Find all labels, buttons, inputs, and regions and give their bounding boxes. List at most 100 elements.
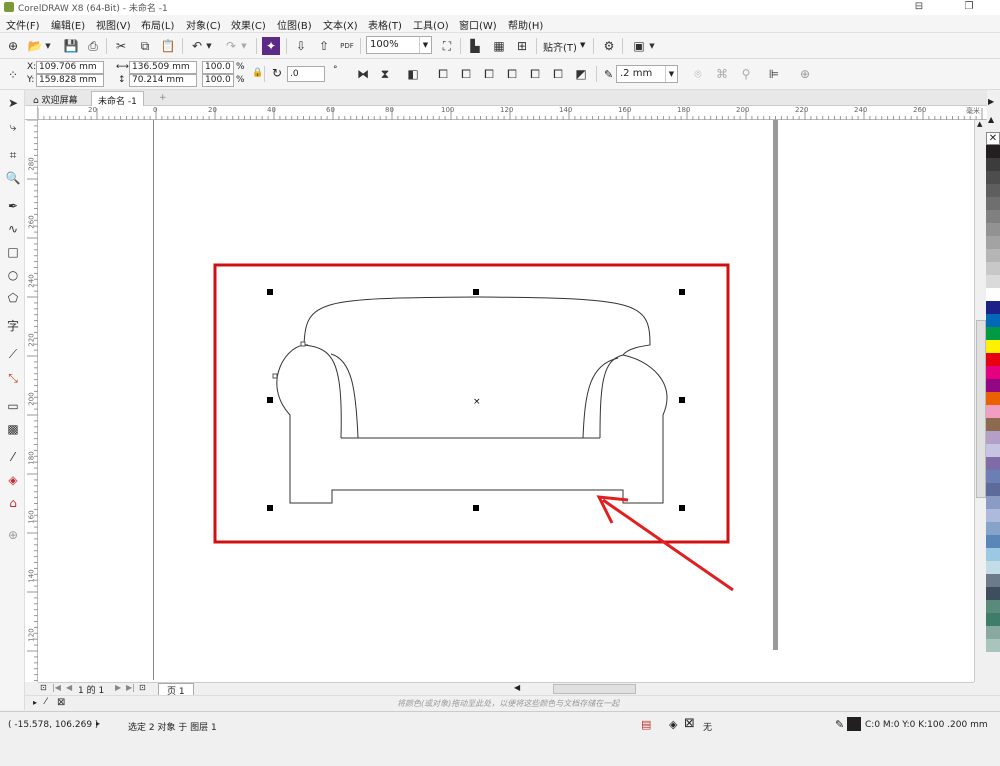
menu-effects[interactable]: 效果(C): [231, 17, 266, 32]
options-gear-icon[interactable]: ⚙: [600, 37, 618, 55]
new-document-icon[interactable]: ⊕: [4, 37, 22, 55]
palette-swatch[interactable]: [986, 158, 1000, 171]
palette-swatch[interactable]: [986, 327, 1000, 340]
artistic-media-icon[interactable]: ∿: [4, 220, 22, 238]
parallel-dimension-icon[interactable]: ⟋: [4, 345, 22, 363]
palette-swatch[interactable]: [986, 561, 1000, 574]
publish-pdf-icon[interactable]: PDF: [338, 37, 356, 55]
break-apart-icon[interactable]: ⌘: [713, 65, 731, 83]
palette-swatch[interactable]: [986, 431, 1000, 444]
add-page-icon[interactable]: ⊡: [139, 683, 146, 692]
width-field[interactable]: 136.509 mm: [129, 61, 197, 74]
palette-swatch[interactable]: [986, 288, 1000, 301]
intersect-icon[interactable]: ⧠: [480, 65, 498, 83]
no-color-swatch-icon[interactable]: ⊠: [57, 697, 65, 708]
page-prev-first-icon[interactable]: |◀: [52, 683, 61, 692]
polygon-tool-icon[interactable]: ⬠: [4, 289, 22, 307]
redo-icon[interactable]: ↷: [222, 37, 240, 55]
palette-swatch[interactable]: [986, 496, 1000, 509]
drop-shadow-icon[interactable]: ▭: [4, 397, 22, 415]
status-expand-icon[interactable]: ▸: [96, 719, 100, 728]
simplify-icon[interactable]: ⧠: [503, 65, 521, 83]
scale-width-field[interactable]: 100.0: [202, 61, 234, 74]
search-content-icon[interactable]: ✦: [262, 37, 280, 55]
zoom-tool-icon[interactable]: 🔍: [4, 169, 22, 187]
palette-swatch[interactable]: [986, 197, 1000, 210]
launcher-dropdown-icon[interactable]: ▼: [648, 37, 656, 55]
tab-welcome[interactable]: ⌂ 欢迎屏幕: [27, 91, 84, 106]
palette-swatch[interactable]: [986, 483, 1000, 496]
palette-swatch[interactable]: [986, 574, 1000, 587]
show-grid-icon[interactable]: ▦: [490, 37, 508, 55]
y-position-field[interactable]: 159.828 mm: [36, 74, 104, 87]
outline-pen-status-icon[interactable]: ✎: [835, 718, 844, 731]
menu-help[interactable]: 帮助(H): [508, 17, 543, 32]
menu-bitmap[interactable]: 位图(B): [277, 17, 312, 32]
mirror-vertical-icon[interactable]: ⧗: [376, 65, 394, 83]
palette-swatch[interactable]: [986, 340, 1000, 353]
boundary-icon[interactable]: ◩: [572, 65, 590, 83]
vertical-ruler[interactable]: 280 260 240 220 200 180 160 140 120: [25, 120, 38, 682]
palette-swatch[interactable]: [986, 249, 1000, 262]
palette-swatch[interactable]: [986, 275, 1000, 288]
show-guidelines-icon[interactable]: ⊞: [513, 37, 531, 55]
palette-swatch[interactable]: [986, 262, 1000, 275]
sofa-drawing[interactable]: [276, 296, 668, 504]
combine-icon[interactable]: ◧: [404, 65, 422, 83]
page-last-icon[interactable]: ▶|: [126, 683, 135, 692]
smart-fill-icon[interactable]: ⌂: [4, 494, 22, 512]
palette-swatch[interactable]: [986, 509, 1000, 522]
palette-scroll-up-icon[interactable]: ▲: [988, 115, 994, 124]
text-tool-icon[interactable]: 字: [4, 317, 22, 335]
page-prev-icon[interactable]: ◀: [66, 683, 72, 692]
fill-bucket-icon[interactable]: ◈: [669, 718, 677, 731]
palette-swatch[interactable]: [986, 171, 1000, 184]
palette-swatch[interactable]: [986, 626, 1000, 639]
palette-swatch[interactable]: [986, 639, 1000, 652]
pick-tool-icon[interactable]: ➤: [4, 94, 22, 112]
transparency-icon[interactable]: ▩: [4, 420, 22, 438]
color-proof-icon[interactable]: ▤: [641, 718, 651, 731]
page-first-icon[interactable]: ⊡: [40, 683, 47, 692]
open-recent-dropdown-icon[interactable]: ▼: [44, 37, 52, 55]
menu-table[interactable]: 表格(T): [368, 17, 402, 32]
palette-swatch[interactable]: [986, 145, 1000, 158]
scale-height-field[interactable]: 100.0: [202, 74, 234, 87]
snap-to-menu[interactable]: 贴齐(T): [543, 39, 577, 54]
menu-view[interactable]: 视图(V): [96, 17, 131, 32]
redo-dropdown-icon[interactable]: ▼: [240, 37, 248, 55]
show-rulers-icon[interactable]: ▙: [466, 37, 484, 55]
align-distribute-icon[interactable]: ⊫: [765, 65, 783, 83]
menu-object[interactable]: 对象(C): [186, 17, 221, 32]
menu-file[interactable]: 文件(F): [6, 17, 40, 32]
undo-dropdown-icon[interactable]: ▼: [205, 37, 213, 55]
crop-tool-icon[interactable]: ⌗: [4, 146, 22, 164]
palette-swatch[interactable]: [986, 613, 1000, 626]
palette-swatch[interactable]: [986, 314, 1000, 327]
eyedropper-icon[interactable]: ⁄: [4, 448, 22, 466]
mirror-horizontal-icon[interactable]: ⧓: [354, 65, 372, 83]
back-minus-front-icon[interactable]: ⧠: [549, 65, 567, 83]
shape-tool-icon[interactable]: ⤷: [4, 118, 22, 136]
palette-swatch[interactable]: [986, 587, 1000, 600]
import-icon[interactable]: ⇩: [292, 37, 310, 55]
trim-icon[interactable]: ⧠: [457, 65, 475, 83]
palette-swatch[interactable]: [986, 184, 1000, 197]
save-icon[interactable]: 💾: [62, 37, 80, 55]
weld-icon[interactable]: ⧠: [434, 65, 452, 83]
page-next-icon[interactable]: ▶: [115, 683, 121, 692]
minimize-button[interactable]: ⊟: [910, 0, 928, 14]
palette-swatch[interactable]: [986, 418, 1000, 431]
front-minus-back-icon[interactable]: ⧠: [526, 65, 544, 83]
lock-ratio-icon[interactable]: 🔒: [252, 68, 263, 78]
palette-swatch[interactable]: [986, 301, 1000, 314]
full-screen-icon[interactable]: ⛶: [438, 37, 456, 55]
export-icon[interactable]: ⇧: [315, 37, 333, 55]
cut-icon[interactable]: ✂: [112, 37, 130, 55]
drawing-canvas[interactable]: ×: [38, 120, 975, 682]
tab-document[interactable]: 未命名 -1: [91, 91, 144, 107]
height-field[interactable]: 70.214 mm: [129, 74, 197, 87]
palette-swatch[interactable]: [986, 210, 1000, 223]
restore-button[interactable]: ❐: [960, 0, 978, 14]
palette-swatch[interactable]: [986, 236, 1000, 249]
